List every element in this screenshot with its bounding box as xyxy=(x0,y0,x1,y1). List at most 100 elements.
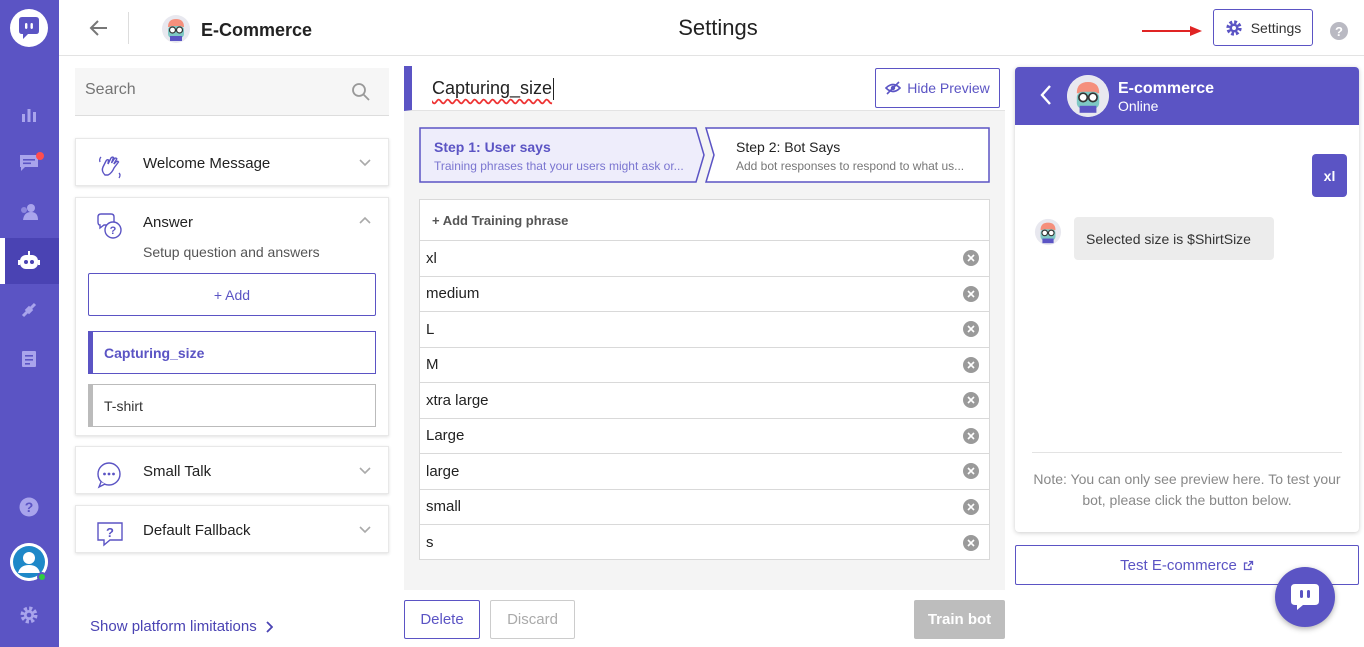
step-tabs: Step 1: User says Training phrases that … xyxy=(419,127,990,183)
chevron-left-icon[interactable] xyxy=(1039,84,1053,106)
section-default-fallback[interactable]: ? Default Fallback xyxy=(75,505,389,553)
left-rail: ? xyxy=(0,0,59,647)
phrase-text[interactable]: medium xyxy=(426,285,479,302)
notification-dot xyxy=(36,152,44,160)
phrase-text[interactable]: large xyxy=(426,463,459,480)
phrase-text[interactable]: M xyxy=(426,356,439,373)
search-box xyxy=(75,68,389,116)
list-item[interactable]: s xyxy=(420,525,989,561)
training-phrases-list: + Add Training phrase xl medium L M xtra… xyxy=(419,199,990,560)
list-item[interactable]: small xyxy=(420,490,989,525)
step-2-subtitle: Add bot responses to respond to what us.… xyxy=(736,159,965,173)
list-item[interactable]: large xyxy=(420,454,989,490)
show-platform-limitations-link[interactable]: Show platform limitations xyxy=(90,618,273,635)
phrase-text[interactable]: L xyxy=(426,321,434,338)
step-1-subtitle: Training phrases that your users might a… xyxy=(434,159,684,173)
gear-icon xyxy=(1226,19,1242,36)
delete-button[interactable]: Delete xyxy=(404,600,480,639)
users-icon[interactable] xyxy=(18,201,40,223)
remove-icon[interactable] xyxy=(963,463,979,480)
chat-preview: E-commerce Online xl Selected size is $S… xyxy=(1015,67,1359,532)
step-1-title: Step 1: User says xyxy=(434,139,551,155)
remove-icon[interactable] xyxy=(963,534,979,551)
chat-bubble-icon xyxy=(96,461,124,489)
list-item[interactable]: Large xyxy=(420,419,989,454)
rail-active-indicator xyxy=(0,238,5,284)
section-label: Small Talk xyxy=(143,463,212,480)
preview-note: Note: You can only see preview here. To … xyxy=(1033,471,1341,508)
help-icon[interactable]: ? xyxy=(1330,22,1348,40)
bot-avatar-icon xyxy=(1034,218,1062,246)
remove-icon[interactable] xyxy=(963,392,979,409)
hide-preview-label: Hide Preview xyxy=(907,80,990,96)
remove-icon[interactable] xyxy=(963,250,979,267)
intent-name-value[interactable]: Capturing_size xyxy=(432,78,554,100)
bot-icon[interactable] xyxy=(18,250,40,272)
divider xyxy=(1032,452,1342,453)
phrase-text[interactable]: small xyxy=(426,498,461,515)
wave-hand-icon xyxy=(96,153,124,181)
tab-step-2[interactable]: Step 2: Bot Says Add bot responses to re… xyxy=(736,139,976,173)
section-small-talk[interactable]: Small Talk xyxy=(75,446,389,494)
phrase-text[interactable]: xtra large xyxy=(426,392,489,409)
svg-text:?: ? xyxy=(110,225,117,237)
preview-status: Online xyxy=(1118,98,1159,114)
list-item[interactable]: M xyxy=(420,348,989,383)
tab-step-1[interactable]: Step 1: User says Training phrases that … xyxy=(434,139,694,173)
phrase-text[interactable]: Large xyxy=(426,427,464,444)
preview-header: E-commerce Online xyxy=(1015,67,1359,125)
fallback-question-icon: ? xyxy=(96,520,124,548)
remove-icon[interactable] xyxy=(963,356,979,373)
section-label[interactable]: Answer xyxy=(143,214,193,231)
section-label: Default Fallback xyxy=(143,522,251,539)
bot-message-bubble: Selected size is $ShirtSize xyxy=(1074,217,1274,260)
question-chat-icon: ? xyxy=(96,212,124,240)
test-bot-label: Test E-commerce xyxy=(1120,556,1237,574)
remove-icon[interactable] xyxy=(963,285,979,302)
train-bot-button[interactable]: Train bot xyxy=(914,600,1005,639)
docs-icon[interactable] xyxy=(18,348,40,370)
section-label: Welcome Message xyxy=(143,155,271,172)
eye-off-icon xyxy=(885,81,902,95)
section-welcome-message[interactable]: Welcome Message xyxy=(75,138,389,186)
link-label: Show platform limitations xyxy=(90,618,257,635)
list-item[interactable]: xl xyxy=(420,241,989,277)
hide-preview-button[interactable]: Hide Preview xyxy=(875,68,1000,108)
phrase-text[interactable]: xl xyxy=(426,250,437,267)
phrase-text[interactable]: s xyxy=(426,534,434,551)
remove-icon[interactable] xyxy=(963,427,979,444)
list-item[interactable]: xtra large xyxy=(420,383,989,419)
chevron-down-icon xyxy=(359,467,371,475)
chevron-up-icon[interactable] xyxy=(358,216,372,226)
help-icon[interactable]: ? xyxy=(18,496,40,518)
svg-text:?: ? xyxy=(106,525,114,540)
list-item[interactable]: medium xyxy=(420,277,989,312)
list-item[interactable]: L xyxy=(420,312,989,348)
chat-logo-icon xyxy=(1291,584,1319,610)
top-bar: E-Commerce Settings Settings ? xyxy=(59,0,1364,56)
online-status-dot xyxy=(37,572,47,582)
settings-gear-icon[interactable] xyxy=(18,604,40,626)
settings-button-label: Settings xyxy=(1250,19,1302,36)
intent-item[interactable]: T-shirt xyxy=(88,384,376,427)
external-link-icon xyxy=(1243,560,1253,570)
remove-icon[interactable] xyxy=(963,321,979,338)
intent-item[interactable]: Capturing_size xyxy=(88,331,376,374)
search-input[interactable] xyxy=(85,81,335,99)
remove-icon[interactable] xyxy=(963,498,979,515)
user-message-bubble: xl xyxy=(1312,154,1347,197)
add-intent-button[interactable]: + Add xyxy=(88,273,376,316)
chat-launcher-button[interactable] xyxy=(1275,567,1335,627)
chevron-down-icon xyxy=(359,159,371,167)
settings-button[interactable]: Settings xyxy=(1213,9,1313,46)
chevron-right-icon xyxy=(266,620,273,633)
analytics-icon[interactable] xyxy=(18,103,40,125)
integrations-icon[interactable] xyxy=(18,299,40,321)
step-2-title: Step 2: Bot Says xyxy=(736,139,841,155)
answer-description: Setup question and answers xyxy=(143,244,320,260)
add-training-phrase-input[interactable]: + Add Training phrase xyxy=(420,200,989,241)
search-icon[interactable] xyxy=(351,82,371,102)
svg-text:?: ? xyxy=(25,499,34,515)
discard-button[interactable]: Discard xyxy=(490,600,575,639)
red-arrow-annotation xyxy=(1142,24,1204,38)
